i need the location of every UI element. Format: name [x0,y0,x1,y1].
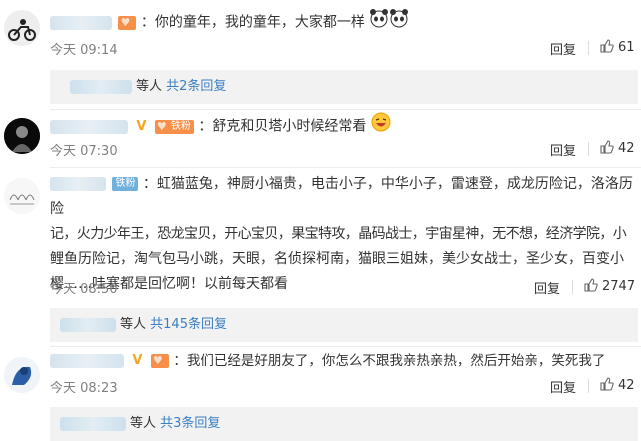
comment-4: V ：我们已经是好朋友了，你怎么不跟我亲热亲热，然后开始亲，笑死我了 今天 08… [0,347,641,441]
avatar[interactable] [4,10,40,46]
avatar[interactable] [4,357,40,393]
reply-button[interactable]: 回复 [534,278,560,297]
comment-text: ：你的童年，我的童年，大家都一样 [50,8,635,37]
comment-time: 今天 08:50 [50,282,118,297]
comment-2: V 铁粉 ：舒克和贝塔小时候经常看 今天 07:30 回复 42 [0,110,641,166]
v-verified-icon: V [132,353,143,368]
comment-text-line-1: 铁粉 ：虹猫蓝兔，神厨小福贵，电击小子，中华小子，雷速登，成龙历险记，洛洛历险 [50,172,635,222]
comment-text-line-3: 鲤鱼历险记，淘气包马小跳，天眼，名侦探柯南，猫眼三姐妹，美少女战士，圣少女，百变… [50,251,624,267]
sub-replies[interactable]: 等人 共145条回复 [50,308,638,342]
sub-reply-prefix: 等人 [130,416,157,431]
comment-text-line-2: 记，火力少年王，恐龙宝贝，开心宝贝，果宝特攻，晶码战士，宇宙星神，无不想，经济学… [50,226,627,242]
reply-button[interactable]: 回复 [550,39,576,58]
fan-badge [118,15,137,30]
like-button[interactable]: 2747 [584,278,635,296]
reply-button[interactable]: 回复 [550,140,576,159]
divider [572,280,573,294]
sub-reply-username[interactable] [60,318,116,332]
laughing-emoji [371,112,391,141]
like-count: 61 [618,40,635,55]
reply-button[interactable]: 回复 [550,377,576,396]
like-button[interactable]: 42 [600,377,635,395]
avatar[interactable] [4,178,40,214]
motorbike-avatar-icon [4,10,40,46]
like-count: 2747 [602,279,636,294]
comment-time: 今天 08:23 [50,381,118,396]
sub-reply-username[interactable] [60,417,126,431]
comment-content: ：舒克和贝塔小时候经常看 [198,118,367,135]
sub-reply-username[interactable] [70,80,132,94]
more-replies-link[interactable]: 共3条回复 [160,416,220,431]
username[interactable] [50,119,128,134]
comment-text: V 铁粉 ：舒克和贝塔小时候经常看 [50,112,635,141]
comment-content: ：我们已经是好朋友了，你怎么不跟我亲热亲热，然后开始亲，笑死我了 [173,353,606,369]
thumbs-up-icon [600,140,614,158]
username[interactable] [50,15,112,30]
fan-badge: 铁粉 [154,119,194,134]
fan-badge [150,354,169,368]
sub-replies[interactable]: 等人 共2条回复 [50,70,638,104]
silhouette-avatar-icon [4,118,40,154]
sub-reply-prefix: 等人 [120,317,147,332]
like-count: 42 [618,378,635,393]
fan-badge: 铁粉 [112,177,139,191]
more-replies-link[interactable]: 共2条回复 [166,79,226,94]
comment-text: V ：我们已经是好朋友了，你怎么不跟我亲热亲热，然后开始亲，笑死我了 [50,349,635,374]
comment-time: 今天 07:30 [50,144,118,159]
more-replies-link[interactable]: 共145条回复 [150,317,227,332]
like-button[interactable]: 61 [600,39,635,57]
comment-content: ：你的童年，我的童年，大家都一样 [140,14,365,31]
sub-reply-prefix: 等人 [136,79,163,94]
blue-figure-avatar-icon [4,357,40,393]
panda-emoji [369,8,409,37]
username[interactable] [50,354,124,368]
like-count: 42 [618,141,635,156]
v-verified-icon: V [136,118,147,134]
divider [588,41,589,55]
comment-time: 今天 09:14 [50,43,118,58]
like-button[interactable]: 42 [600,140,635,158]
thumbs-up-icon [584,278,598,296]
comment-3: 铁粉 ：虹猫蓝兔，神厨小福贵，电击小子，中华小子，雷速登，成龙历险记，洛洛历险 … [0,168,641,343]
comment-1: ：你的童年，我的童年，大家都一样 今天 09:14 回复 61 [0,0,641,104]
sub-replies[interactable]: 等人 共3条回复 [50,407,638,441]
divider [588,142,589,156]
avatar[interactable] [4,118,40,154]
username[interactable] [50,177,106,191]
thumbs-up-icon [600,377,614,395]
thumbs-up-icon [600,39,614,57]
divider [588,379,589,393]
sketch-avatar-icon [4,178,40,214]
